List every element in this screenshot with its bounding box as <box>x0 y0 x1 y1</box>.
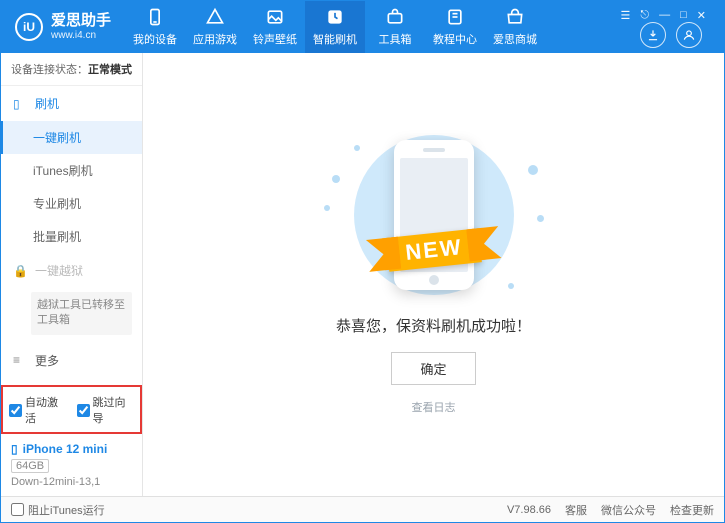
device-card[interactable]: ▯iPhone 12 mini 64GB Down-12mini-13,1 <box>1 434 142 496</box>
user-icon <box>682 28 696 42</box>
section-more[interactable]: ≡ 更多 <box>1 343 142 378</box>
view-log-link[interactable]: 查看日志 <box>412 399 456 415</box>
menu-icon[interactable]: ☰ <box>619 9 633 22</box>
sub-batch-flash[interactable]: 批量刷机 <box>1 220 142 253</box>
app-url: www.i4.cn <box>51 30 111 41</box>
sub-other-tools[interactable]: 其他工具 <box>1 378 142 385</box>
download-icon <box>646 28 660 42</box>
opt-auto-activate[interactable]: 自动激活 <box>9 394 67 426</box>
statusbar: 阻止iTunes运行 V7.98.66 客服 微信公众号 检查更新 <box>1 496 724 522</box>
sub-one-click-flash[interactable]: 一键刷机 <box>1 121 142 154</box>
connection-status: 设备连接状态：正常模式 <box>1 53 142 86</box>
success-message: 恭喜您，保资料刷机成功啦！ <box>336 315 531 336</box>
opt-skip-guide[interactable]: 跳过向导 <box>77 394 135 426</box>
maximize-icon[interactable]: □ <box>678 9 689 22</box>
version-label: V7.98.66 <box>507 504 551 516</box>
lock-icon[interactable]: ⎋ <box>638 9 651 22</box>
device-fw: Down-12mini-13,1 <box>11 476 132 488</box>
more-icon: ≡ <box>13 353 27 367</box>
footer-wechat[interactable]: 微信公众号 <box>601 502 656 518</box>
nav-my-device[interactable]: 我的设备 <box>125 1 185 53</box>
section-flash[interactable]: ▯ 刷机 <box>1 86 142 121</box>
logo-icon: iU <box>15 13 43 41</box>
book-icon <box>445 7 465 27</box>
toolbox-icon <box>385 7 405 27</box>
success-illustration: NEW <box>324 135 544 295</box>
jailbreak-note: 越狱工具已转移至工具箱 <box>31 292 132 335</box>
nav-ringtones[interactable]: 铃声壁纸 <box>245 1 305 53</box>
download-button[interactable] <box>640 22 666 48</box>
nav-apps[interactable]: 应用游戏 <box>185 1 245 53</box>
app-name: 爱思助手 <box>51 13 111 30</box>
sub-pro-flash[interactable]: 专业刷机 <box>1 187 142 220</box>
nav-tutorials[interactable]: 教程中心 <box>425 1 485 53</box>
window-controls: ☰ ⎋ — □ ✕ <box>619 5 716 22</box>
sidebar: 设备连接状态：正常模式 ▯ 刷机 一键刷机 iTunes刷机 专业刷机 批量刷机… <box>1 53 143 496</box>
footer-update[interactable]: 检查更新 <box>670 502 714 518</box>
minimize-icon[interactable]: — <box>657 9 672 22</box>
ok-button[interactable]: 确定 <box>391 352 475 385</box>
nav-store[interactable]: 爱思商城 <box>485 1 545 53</box>
nav-flash[interactable]: 智能刷机 <box>305 1 365 53</box>
sub-itunes-flash[interactable]: iTunes刷机 <box>1 154 142 187</box>
flash-icon <box>325 7 345 27</box>
close-icon[interactable]: ✕ <box>695 9 708 22</box>
section-jailbreak[interactable]: 🔒 一键越狱 <box>1 253 142 288</box>
main-panel: NEW 恭喜您，保资料刷机成功啦！ 确定 查看日志 <box>143 53 724 496</box>
app-logo: iU 爱思助手 www.i4.cn <box>1 13 125 41</box>
footer-service[interactable]: 客服 <box>565 502 587 518</box>
titlebar: iU 爱思助手 www.i4.cn 我的设备 应用游戏 铃声壁纸 智能刷机 <box>1 1 724 53</box>
phone-icon: ▯ <box>11 442 18 456</box>
apps-icon <box>205 7 225 27</box>
nav-toolbox[interactable]: 工具箱 <box>365 1 425 53</box>
lock-icon: 🔒 <box>13 264 27 278</box>
block-itunes-checkbox[interactable]: 阻止iTunes运行 <box>11 502 105 518</box>
flash-options: 自动激活 跳过向导 <box>1 385 142 434</box>
device-icon <box>145 7 165 27</box>
wallpaper-icon <box>265 7 285 27</box>
phone-icon: ▯ <box>13 97 27 111</box>
device-capacity: 64GB <box>11 459 49 473</box>
store-icon <box>505 7 525 27</box>
app-window: iU 爱思助手 www.i4.cn 我的设备 应用游戏 铃声壁纸 智能刷机 <box>0 0 725 523</box>
body: 设备连接状态：正常模式 ▯ 刷机 一键刷机 iTunes刷机 专业刷机 批量刷机… <box>1 53 724 496</box>
top-nav: 我的设备 应用游戏 铃声壁纸 智能刷机 工具箱 教程中心 <box>125 1 545 53</box>
account-button[interactable] <box>676 22 702 48</box>
